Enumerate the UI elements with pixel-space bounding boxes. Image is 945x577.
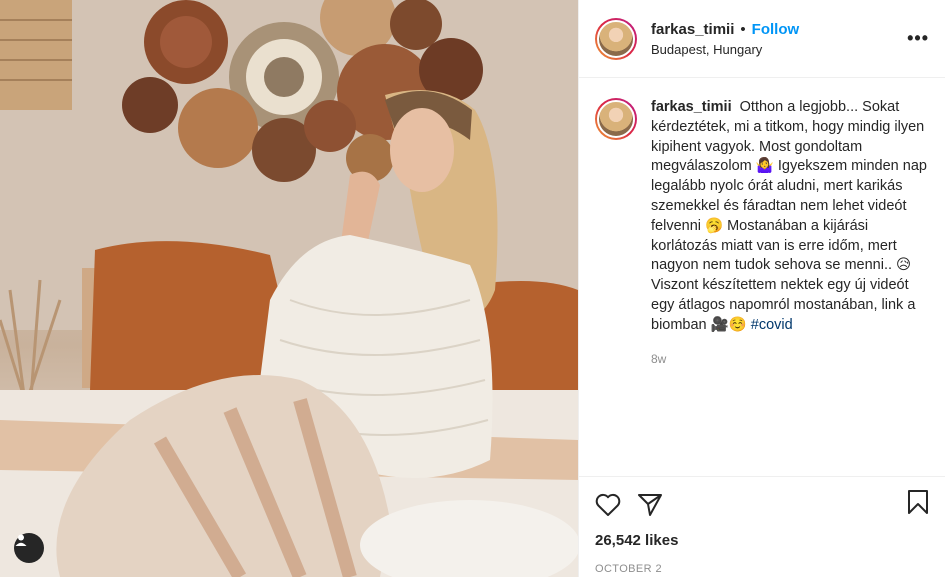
author-avatar[interactable] bbox=[595, 17, 637, 60]
follow-button[interactable]: Follow bbox=[752, 21, 800, 38]
caption-avatar[interactable] bbox=[595, 98, 637, 140]
bookmark-icon[interactable] bbox=[907, 489, 929, 515]
user-tag-icon[interactable] bbox=[14, 533, 44, 563]
caption-comment: farkas_timii Otthon a legjobb... Sokat k… bbox=[579, 78, 945, 369]
post-date[interactable]: OCTOBER 2 bbox=[595, 563, 929, 575]
location-link[interactable]: Budapest, Hungary bbox=[651, 42, 799, 57]
photo-illustration bbox=[0, 0, 578, 577]
separator-dot: • bbox=[740, 20, 746, 38]
caption-age[interactable]: 8w bbox=[651, 350, 929, 370]
post-header: farkas_timii • Follow Budapest, Hungary … bbox=[579, 0, 945, 78]
post-side-panel: farkas_timii • Follow Budapest, Hungary … bbox=[578, 0, 945, 577]
post-photo[interactable] bbox=[0, 0, 578, 577]
author-username[interactable]: farkas_timii bbox=[651, 21, 734, 38]
caption-text: Otthon a legjobb... Sokat kérdeztétek, m… bbox=[651, 99, 927, 333]
paper-plane-icon[interactable] bbox=[637, 493, 663, 517]
more-options-icon[interactable]: ••• bbox=[907, 28, 929, 49]
caption-username[interactable]: farkas_timii bbox=[651, 99, 732, 115]
heart-outline-icon[interactable] bbox=[595, 493, 621, 517]
post-actions: 26,542 likes OCTOBER 2 bbox=[579, 476, 945, 575]
likes-count[interactable]: 26,542 likes bbox=[595, 532, 929, 549]
post-dialog: farkas_timii • Follow Budapest, Hungary … bbox=[0, 0, 945, 577]
hashtag-link[interactable]: #covid bbox=[751, 317, 793, 333]
